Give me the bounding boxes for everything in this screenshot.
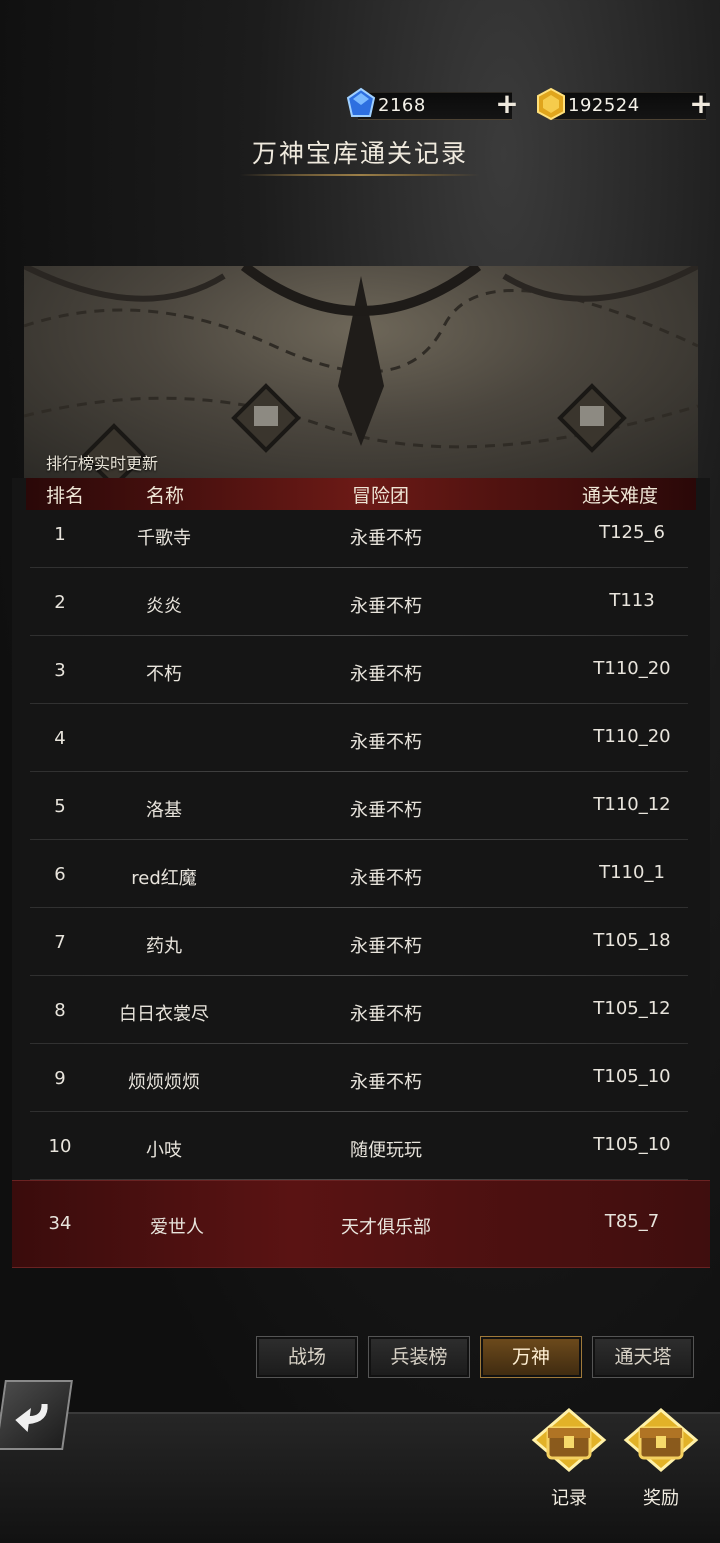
diamond-currency: 2168 + xyxy=(346,87,519,120)
table-row[interactable]: 4 永垂不朽 T110_20 xyxy=(26,706,696,772)
row-name: 洛基 xyxy=(146,800,182,821)
table-row[interactable]: 3 不朽 永垂不朽 T110_20 xyxy=(26,638,696,704)
row-team: 永垂不朽 xyxy=(350,664,422,685)
row-difficulty: T105_10 xyxy=(593,1134,671,1155)
row-team: 永垂不朽 xyxy=(350,868,422,889)
table-row[interactable]: 5 洛基 永垂不朽 T110_12 xyxy=(26,774,696,840)
my-rank-row[interactable]: 34 爱世人 天才俱乐部 T85_7 xyxy=(12,1180,710,1268)
my-team: 天才俱乐部 xyxy=(341,1217,431,1238)
reward-label[interactable]: 奖励 xyxy=(621,1484,701,1510)
my-rank: 34 xyxy=(48,1213,72,1234)
row-divider xyxy=(30,635,688,636)
row-rank: 10 xyxy=(48,1136,72,1157)
row-name: 小吱 xyxy=(146,1140,182,1161)
row-divider xyxy=(30,907,688,908)
row-divider xyxy=(30,703,688,704)
row-rank: 3 xyxy=(54,660,66,681)
row-divider xyxy=(30,771,688,772)
leaderboard-update-note: 排行榜实时更新 xyxy=(46,454,159,473)
row-team: 永垂不朽 xyxy=(350,732,422,753)
table-row[interactable]: 8 白日衣裳尽 永垂不朽 T105_12 xyxy=(26,978,696,1044)
diamond-count: 2168 xyxy=(378,95,426,116)
row-name: 炎炎 xyxy=(146,596,182,617)
row-team: 随便玩玩 xyxy=(350,1140,422,1161)
tab-pantheon[interactable]: 万神 xyxy=(480,1336,582,1378)
row-divider xyxy=(30,839,688,840)
row-difficulty: T110_20 xyxy=(593,658,671,679)
gold-count: 192524 xyxy=(568,95,640,116)
row-difficulty: T110_1 xyxy=(599,862,665,883)
gold-currency: 192524 + xyxy=(537,87,713,121)
add-gold-button[interactable]: + xyxy=(688,90,714,118)
gold-gem-icon xyxy=(537,87,565,121)
bottom-bar xyxy=(0,1412,720,1543)
table-row[interactable]: 9 烦烦烦烦 永垂不朽 T105_10 xyxy=(26,1046,696,1112)
row-name: 不朽 xyxy=(146,664,182,685)
back-button[interactable] xyxy=(0,1380,73,1450)
row-name: 烦烦烦烦 xyxy=(128,1072,200,1093)
table-row[interactable]: 7 药丸 永垂不朽 T105_18 xyxy=(26,910,696,976)
tab-sky-tower[interactable]: 通天塔 xyxy=(592,1336,694,1378)
row-rank: 8 xyxy=(54,1000,66,1021)
my-name: 爱世人 xyxy=(150,1217,204,1238)
reward-chest-icon[interactable] xyxy=(622,1408,700,1472)
row-divider xyxy=(30,567,688,568)
row-team: 永垂不朽 xyxy=(350,1004,422,1025)
row-rank: 2 xyxy=(54,592,66,613)
page-title: 万神宝库通关记录 xyxy=(251,139,468,168)
row-name: red红魔 xyxy=(131,868,197,889)
row-name: 药丸 xyxy=(146,936,182,957)
vault-banner-image xyxy=(24,266,698,478)
tab-equipment-rank[interactable]: 兵装榜 xyxy=(368,1336,470,1378)
row-difficulty: T105_12 xyxy=(593,998,671,1019)
row-team: 永垂不朽 xyxy=(350,936,422,957)
row-divider xyxy=(30,1111,688,1112)
table-row[interactable]: 6 red红魔 永垂不朽 T110_1 xyxy=(26,842,696,908)
title-divider xyxy=(240,174,480,176)
row-name: 千歌寺 xyxy=(137,528,191,549)
row-difficulty: T125_6 xyxy=(599,522,665,543)
row-rank: 9 xyxy=(54,1068,66,1089)
record-label[interactable]: 记录 xyxy=(529,1484,609,1510)
row-difficulty: T105_18 xyxy=(593,930,671,951)
row-team: 永垂不朽 xyxy=(350,800,422,821)
row-divider xyxy=(30,975,688,976)
row-difficulty: T110_12 xyxy=(593,794,671,815)
tab-battlefield[interactable]: 战场 xyxy=(256,1336,358,1378)
row-divider xyxy=(30,1043,688,1044)
row-rank: 7 xyxy=(54,932,66,953)
row-difficulty: T105_10 xyxy=(593,1066,671,1087)
blue-gem-icon xyxy=(346,87,376,117)
row-difficulty: T110_20 xyxy=(593,726,671,747)
table-row[interactable]: 2 炎炎 永垂不朽 T113 xyxy=(26,570,696,636)
row-name: 白日衣裳尽 xyxy=(119,1004,209,1025)
table-row[interactable]: 1 千歌寺 永垂不朽 T125_6 xyxy=(26,502,696,568)
row-rank: 5 xyxy=(54,796,66,817)
row-rank: 6 xyxy=(54,864,66,885)
back-arrow-icon xyxy=(15,1404,48,1432)
row-difficulty: T113 xyxy=(609,590,655,611)
row-team: 永垂不朽 xyxy=(350,528,422,549)
record-chest-icon[interactable] xyxy=(530,1408,608,1472)
my-difficulty: T85_7 xyxy=(604,1211,660,1232)
row-team: 永垂不朽 xyxy=(350,1072,422,1093)
row-rank: 4 xyxy=(54,728,66,749)
row-rank: 1 xyxy=(54,524,66,545)
row-team: 永垂不朽 xyxy=(350,596,422,617)
add-diamond-button[interactable]: + xyxy=(494,90,520,118)
table-row[interactable]: 10 小吱 随便玩玩 T105_10 xyxy=(26,1114,696,1180)
